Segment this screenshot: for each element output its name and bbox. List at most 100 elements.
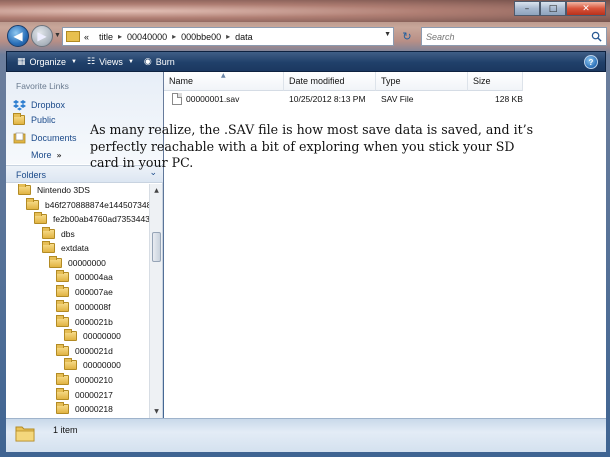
documents-icon	[13, 132, 26, 144]
search-icon[interactable]	[591, 31, 602, 42]
breadcrumb-000bbe00[interactable]: 000bbe00	[181, 32, 221, 42]
favorite-link-public[interactable]: Public	[13, 113, 56, 125]
organize-icon: ▦	[17, 56, 26, 67]
recent-pages-dropdown[interactable]: ▼	[54, 32, 61, 39]
organize-label: Organize	[29, 56, 67, 67]
sort-arrow-icon: ▲	[221, 72, 226, 79]
folder-icon	[56, 315, 69, 327]
breadcrumb-title[interactable]: title	[99, 32, 113, 42]
tree-item[interactable]: dbs	[42, 227, 75, 239]
tree-item[interactable]: 00000000	[64, 329, 121, 341]
folder-icon	[34, 212, 47, 224]
tree-item-label: dbs	[61, 229, 75, 239]
tree-item[interactable]: Nintendo 3DS	[18, 184, 90, 195]
file-type: SAV File	[381, 94, 414, 104]
file-name: 00000001.sav	[186, 94, 240, 104]
folder-icon	[64, 329, 77, 341]
breadcrumb-separator[interactable]: ▸	[118, 32, 122, 41]
maximize-button[interactable]: □	[540, 1, 566, 16]
arrow-left-icon: ◀	[13, 29, 23, 43]
search-box[interactable]	[421, 27, 607, 46]
folder-icon	[56, 300, 69, 312]
tree-item-label: 00000000	[83, 360, 121, 370]
favorite-link-label: Documents	[31, 133, 77, 143]
tree-item[interactable]: 0000021d	[56, 344, 113, 356]
caption-buttons: – □ ✕	[514, 1, 606, 16]
tree-item-label: 00000000	[68, 258, 106, 268]
tree-item-label: extdata	[61, 243, 89, 253]
refresh-button[interactable]: ↻	[399, 29, 415, 44]
back-button[interactable]: ◀	[7, 25, 29, 47]
search-input[interactable]	[426, 31, 586, 42]
tree-item-label: 000007ae	[75, 287, 113, 297]
column-header-name[interactable]: Name ▲	[164, 72, 284, 91]
overlay-caption: As many realize, the .SAV file is how mo…	[90, 122, 534, 171]
folder-icon	[49, 256, 62, 268]
folder-icon	[18, 184, 31, 195]
folder-icon	[56, 344, 69, 356]
file-row[interactable]: 00000001.sav 10/25/2012 8:13 PM SAV File…	[164, 92, 606, 107]
views-menu[interactable]: ☷ Views ▼	[87, 57, 134, 67]
tree-item[interactable]: 0000008f	[56, 300, 111, 312]
tree-item[interactable]: 00000217	[56, 388, 113, 400]
tree-item[interactable]: 000007ae	[56, 285, 113, 297]
folder-tree-scrollbar[interactable]: ▲ ▼	[149, 184, 162, 418]
tree-item-label: 0000021b	[75, 317, 113, 327]
burn-icon: ◉	[143, 56, 152, 67]
tree-item-label: 00000218	[75, 404, 113, 414]
breadcrumb-separator[interactable]: ▸	[172, 32, 176, 41]
close-button[interactable]: ✕	[566, 1, 606, 16]
tree-item[interactable]: 00000218	[56, 402, 113, 414]
folder-icon	[56, 388, 69, 400]
tree-item[interactable]: 000004aa	[56, 270, 113, 282]
address-dropdown[interactable]: ▼	[384, 31, 391, 38]
breadcrumb-separator[interactable]: ▸	[226, 32, 230, 41]
tree-item-label: fe2b00ab4760ad7353443	[53, 214, 149, 224]
column-header-label: Date modified	[289, 76, 345, 86]
organize-menu[interactable]: ▦ Organize ▼	[17, 57, 77, 67]
tree-item[interactable]: 0000021b	[56, 315, 113, 327]
tree-item[interactable]: fe2b00ab4760ad7353443	[34, 212, 149, 224]
folder-tree: Nintendo 3DS b46f270888874e1445073488 fe…	[6, 184, 149, 418]
tree-item[interactable]: 00000000	[64, 358, 121, 370]
folder-icon	[13, 113, 25, 125]
refresh-icon: ↻	[402, 30, 412, 43]
forward-button[interactable]: ▶	[31, 25, 53, 47]
favorite-link-dropbox[interactable]: Dropbox	[13, 99, 65, 111]
favorite-link-documents[interactable]: Documents	[13, 132, 77, 144]
tree-item[interactable]: 00000210	[56, 373, 113, 385]
tree-item-label: 00000210	[75, 375, 113, 385]
folder-icon	[66, 31, 80, 42]
item-count: 1 item	[53, 425, 78, 435]
folder-icon	[64, 358, 77, 370]
more-label: More	[31, 150, 52, 160]
help-button[interactable]: ?	[584, 55, 598, 69]
more-links-button[interactable]: More »	[31, 150, 62, 160]
column-header-size[interactable]: Size	[468, 72, 523, 91]
chevron-down-icon: ▼	[127, 58, 134, 65]
burn-button[interactable]: ◉ Burn	[144, 57, 175, 67]
scroll-down-button[interactable]: ▼	[151, 406, 162, 417]
tree-item-label: 00000217	[75, 390, 113, 400]
details-pane: 1 item	[6, 418, 606, 452]
folder-icon	[56, 402, 69, 414]
favorite-link-label: Dropbox	[31, 100, 66, 110]
scroll-up-button[interactable]: ▲	[151, 185, 162, 196]
tree-item[interactable]: extdata	[42, 241, 89, 253]
folder-icon	[42, 241, 55, 253]
tree-item[interactable]: 00000000	[49, 256, 106, 268]
address-row: ◀ ▶ ▼ « title ▸ 00040000 ▸ 000bbe00 ▸ da…	[0, 22, 610, 50]
arrow-right-icon: ▶	[37, 29, 47, 43]
tree-item[interactable]: b46f270888874e1445073488	[26, 198, 149, 210]
breadcrumb-00040000[interactable]: 00040000	[127, 32, 167, 42]
scroll-thumb[interactable]	[152, 232, 161, 262]
column-header-date[interactable]: Date modified	[284, 72, 376, 91]
column-header-type[interactable]: Type	[376, 72, 468, 91]
minimize-button[interactable]: –	[514, 1, 540, 16]
address-bar[interactable]: « title ▸ 00040000 ▸ 000bbe00 ▸ data ▼	[62, 27, 394, 46]
breadcrumb-data[interactable]: data	[235, 32, 253, 42]
burn-label: Burn	[155, 56, 175, 67]
tree-item-label: 0000008f	[75, 302, 111, 312]
views-label: Views	[99, 56, 123, 67]
breadcrumb-overflow[interactable]: «	[84, 32, 89, 42]
